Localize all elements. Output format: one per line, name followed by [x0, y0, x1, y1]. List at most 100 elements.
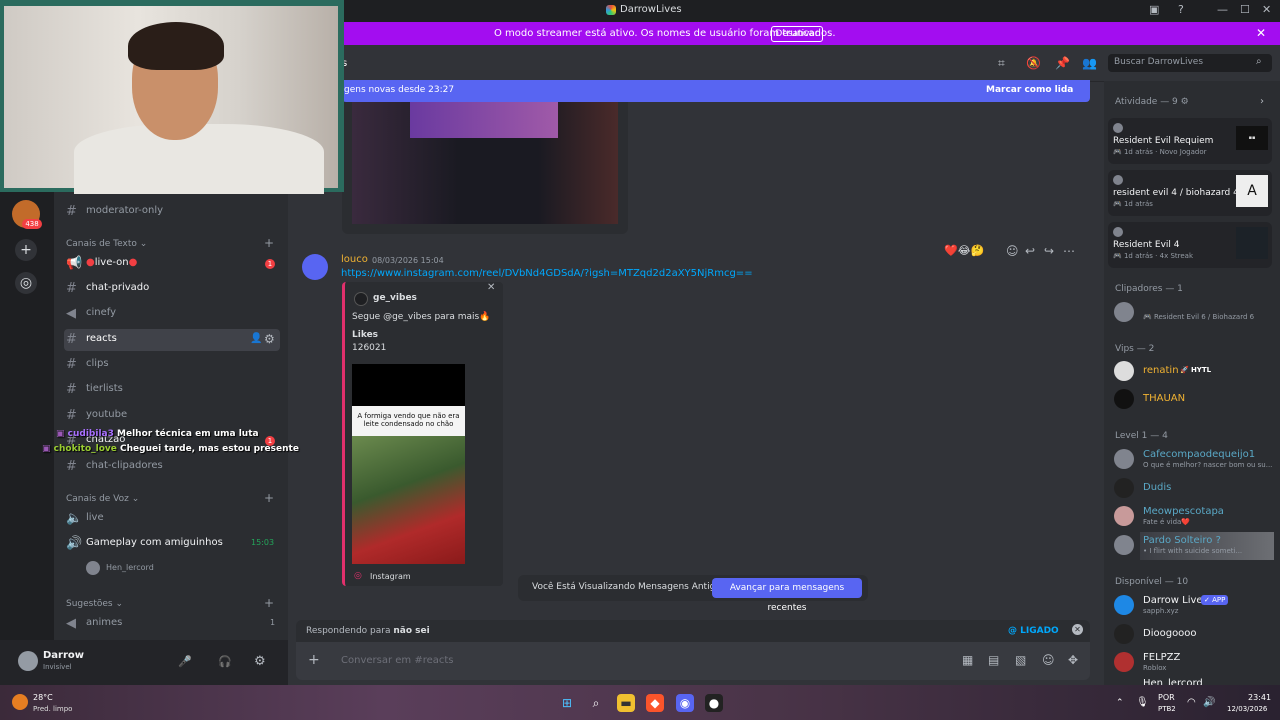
- message-link[interactable]: https://www.instagram.com/reel/DVbNd4GDS…: [341, 268, 753, 279]
- username[interactable]: Darrow: [43, 650, 84, 661]
- member-name[interactable]: THAUAN: [1143, 393, 1185, 404]
- volume-icon[interactable]: 🔊: [1203, 697, 1215, 708]
- mark-read-button[interactable]: Marcar como lida: [986, 85, 1073, 95]
- keyboard-layout[interactable]: PTB2: [1158, 705, 1176, 713]
- channel-tierlists[interactable]: # tierlists: [64, 379, 280, 401]
- voice-user[interactable]: Hen_lercord: [106, 563, 154, 572]
- tray-chevron-icon[interactable]: ⌃: [1116, 698, 1124, 708]
- member-name[interactable]: Pardo Solteiro ?: [1143, 535, 1221, 546]
- weather-temp[interactable]: 28°C: [33, 693, 53, 702]
- brave-icon[interactable]: ◆: [646, 694, 664, 712]
- channel-clips[interactable]: # clips: [64, 354, 280, 376]
- sticker-icon[interactable]: ▧: [1015, 653, 1026, 667]
- invite-icon[interactable]: 👤: [250, 333, 262, 344]
- member-name[interactable]: Darrow Live: [1143, 595, 1203, 606]
- search-icon[interactable]: ⌕: [587, 694, 605, 712]
- avatar[interactable]: [302, 254, 328, 280]
- add-attachment-icon[interactable]: +: [308, 652, 320, 668]
- member-name[interactable]: renatin: [1143, 365, 1179, 376]
- cancel-reply-icon[interactable]: ✕: [1072, 624, 1083, 635]
- add-text-channel-icon[interactable]: +: [264, 236, 274, 250]
- file-explorer-icon[interactable]: ▬: [617, 694, 635, 712]
- channel-youtube[interactable]: # youtube: [64, 405, 280, 427]
- channel-reacts[interactable]: # reacts 👤 ⚙: [64, 329, 280, 351]
- chevron-right-icon[interactable]: ›: [1260, 96, 1264, 107]
- gif-icon[interactable]: ▤: [988, 653, 999, 667]
- members-icon[interactable]: 👥: [1082, 56, 1097, 70]
- help-icon[interactable]: ?: [1178, 3, 1184, 16]
- more-icon[interactable]: ⋯: [1063, 244, 1075, 258]
- add-reaction-icon[interactable]: ☺: [1006, 244, 1019, 258]
- discover-icon[interactable]: ◎: [15, 272, 37, 294]
- mute-icon[interactable]: 🎤: [178, 655, 192, 668]
- network-icon[interactable]: ◠: [1187, 697, 1196, 708]
- avatar[interactable]: [1114, 595, 1134, 615]
- member-name[interactable]: Hen_lercord: [1143, 678, 1203, 685]
- avatar[interactable]: [1114, 361, 1134, 381]
- embed-author[interactable]: ge_vibes: [373, 293, 417, 303]
- message-author[interactable]: louco: [341, 254, 368, 265]
- avatar[interactable]: [1114, 624, 1134, 644]
- maximize-button[interactable]: ☐: [1240, 3, 1250, 16]
- threads-icon[interactable]: ⌗: [998, 56, 1005, 71]
- suggestions-category[interactable]: Sugestões ⌄: [66, 599, 123, 609]
- channel-moderator-only[interactable]: # moderator-only: [64, 201, 280, 223]
- start-icon[interactable]: ⊞: [558, 694, 576, 712]
- avatar[interactable]: [1114, 302, 1134, 322]
- clock-date[interactable]: 12/03/2026: [1227, 705, 1267, 713]
- channel-chat-privado[interactable]: # chat-privado: [64, 278, 280, 300]
- pin-icon[interactable]: 📌: [1055, 56, 1070, 70]
- clock-time[interactable]: 23:41: [1248, 693, 1271, 702]
- forward-icon[interactable]: ↪: [1044, 244, 1054, 258]
- channel-chat-clipadores[interactable]: # chat-clipadores: [64, 456, 280, 478]
- avatar[interactable]: [1114, 652, 1134, 672]
- member-name[interactable]: Dudis: [1143, 482, 1171, 493]
- new-messages-bar[interactable]: gens novas desde 23:27 Marcar como lida: [342, 80, 1090, 102]
- weather-icon[interactable]: [12, 694, 28, 710]
- avatar[interactable]: [18, 651, 38, 671]
- notifications-off-icon[interactable]: 🔕: [1026, 56, 1041, 70]
- settings-icon[interactable]: ⚙: [264, 332, 275, 346]
- discord-icon[interactable]: ◉: [676, 694, 694, 712]
- jump-to-present-button[interactable]: Avançar para mensagens recentes: [712, 578, 862, 613]
- avatar[interactable]: [1114, 449, 1134, 469]
- emoji-icon[interactable]: ☺: [1042, 653, 1055, 667]
- user-settings-icon[interactable]: ⚙: [254, 654, 266, 669]
- disable-streamer-button[interactable]: Desativar: [771, 26, 823, 42]
- close-window-button[interactable]: ✕: [1262, 3, 1271, 16]
- close-embed-icon[interactable]: ✕: [487, 282, 495, 293]
- avatar[interactable]: [1114, 506, 1134, 526]
- voice-channel-live[interactable]: 🔈 live: [64, 508, 280, 530]
- embed-video-image[interactable]: A formiga vendo que não era leite conden…: [352, 364, 465, 564]
- mic-icon[interactable]: 🎙: [1136, 697, 1149, 708]
- avatar[interactable]: [1114, 389, 1134, 409]
- avatar[interactable]: [86, 561, 100, 575]
- member-name[interactable]: Meowpescotapa: [1143, 506, 1224, 517]
- member-name[interactable]: Cafecompaodequeijo1: [1143, 449, 1255, 460]
- gift-icon[interactable]: ▦: [962, 653, 973, 667]
- add-suggestion-icon[interactable]: +: [264, 596, 274, 610]
- mention-toggle[interactable]: @ LIGADO: [1008, 626, 1059, 636]
- channel-live-on[interactable]: 📢 ●live-on● 1: [64, 253, 280, 275]
- language-indicator[interactable]: POR: [1158, 693, 1175, 702]
- inbox-icon[interactable]: ▣: [1149, 3, 1159, 16]
- reaction-icons[interactable]: ❤️😂🤔: [944, 244, 984, 257]
- deafen-icon[interactable]: 🎧: [218, 655, 232, 668]
- text-channels-category[interactable]: Canais de Texto ⌄: [66, 239, 147, 249]
- message-composer[interactable]: + Conversar em #reacts ▦ ▤ ▧ ☺ ✥: [296, 642, 1090, 680]
- member-name[interactable]: Dioogoooo: [1143, 628, 1197, 639]
- close-banner-icon[interactable]: ✕: [1256, 26, 1266, 40]
- voice-channels-category[interactable]: Canais de Voz ⌄: [66, 494, 139, 504]
- avatar[interactable]: [1114, 535, 1134, 555]
- member-name[interactable]: FELPZZ: [1143, 652, 1180, 663]
- voice-channel-gameplay[interactable]: 🔊 Gameplay com amiguinhos 15:03: [64, 533, 280, 555]
- add-voice-channel-icon[interactable]: +: [264, 491, 274, 505]
- add-server-icon[interactable]: +: [15, 239, 37, 261]
- obs-icon[interactable]: ●: [705, 694, 723, 712]
- search-input[interactable]: Buscar DarrowLives ⌕: [1108, 54, 1272, 72]
- reply-icon[interactable]: ↩: [1025, 244, 1035, 258]
- channel-cinefy[interactable]: ◀ cinefy: [64, 303, 280, 325]
- avatar[interactable]: [1114, 478, 1134, 498]
- apps-icon[interactable]: ✥: [1068, 653, 1078, 667]
- minimize-button[interactable]: —: [1217, 3, 1228, 16]
